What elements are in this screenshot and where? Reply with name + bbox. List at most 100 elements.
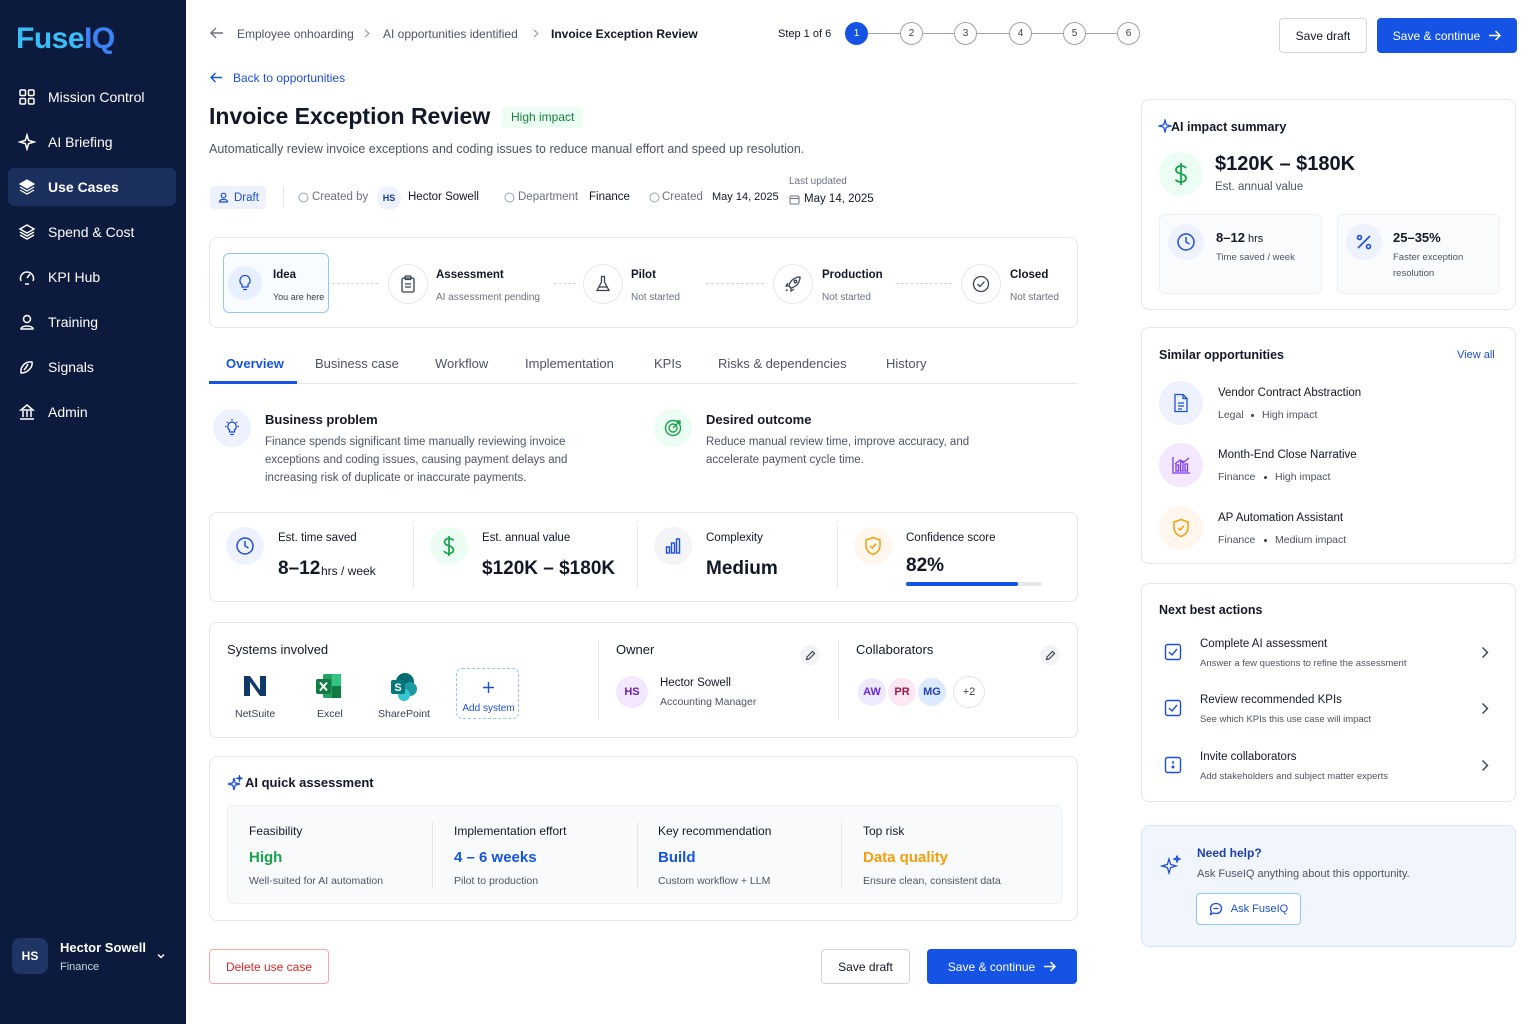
target-icon xyxy=(664,419,682,437)
nav-item-ai-briefing[interactable]: AI Briefing xyxy=(8,123,176,161)
nav-item-spend-cost[interactable]: Spend & Cost xyxy=(8,213,176,251)
divider xyxy=(637,822,638,888)
header-save-draft-button[interactable]: Save draft xyxy=(1279,18,1367,53)
status-text: Draft xyxy=(234,191,259,204)
outcome-icon-wrap xyxy=(654,409,692,447)
info-icon xyxy=(298,192,309,203)
similar-item-name[interactable]: Month-End Close Narrative xyxy=(1218,449,1357,461)
help-card xyxy=(1141,825,1516,947)
lifecycle-sub: Not started xyxy=(822,292,871,303)
tab-implementation[interactable]: Implementation xyxy=(525,356,614,371)
collaborators-more[interactable]: +2 xyxy=(953,676,985,708)
business-problem-line: exceptions and coding issues, causing pa… xyxy=(265,454,568,466)
systems-title: Systems involved xyxy=(227,642,329,657)
lifecycle-sub: AI assessment pending xyxy=(436,292,540,303)
creator-avatar: HS xyxy=(377,186,401,210)
next-action-sub: Answer a few questions to refine the ass… xyxy=(1200,658,1407,669)
footer-save-draft-button[interactable]: Save draft xyxy=(821,949,910,984)
collaborator-avatar[interactable]: AW xyxy=(856,676,888,708)
collaborator-avatar[interactable]: MG xyxy=(916,676,948,708)
layers-icon xyxy=(18,179,36,195)
tab-risks-dependencies[interactable]: Risks & dependencies xyxy=(718,356,847,371)
pencil-icon xyxy=(805,650,815,660)
lifecycle-title: Assessment xyxy=(436,269,504,281)
chevron-right-icon xyxy=(533,29,539,38)
stepper-step-1[interactable]: 1 xyxy=(845,22,868,45)
back-arrow-icon[interactable] xyxy=(210,72,223,83)
ask-fuseiq-button[interactable]: Ask FuseIQ xyxy=(1196,893,1301,925)
nav-item-training[interactable]: Training xyxy=(8,303,176,341)
chevron-right-icon[interactable] xyxy=(1481,702,1489,715)
similar-item-name[interactable]: AP Automation Assistant xyxy=(1218,512,1343,524)
breadcrumb-item[interactable]: Employee onhoarding xyxy=(237,27,354,41)
divider xyxy=(283,186,284,208)
user-name: Hector Sowell xyxy=(60,940,146,955)
lifecycle-title: Closed xyxy=(1010,269,1049,281)
tab-workflow[interactable]: Workflow xyxy=(435,356,488,371)
impact-time-icon-wrap xyxy=(1168,224,1204,260)
lifecycle-connector xyxy=(332,283,378,284)
similar-item-dept: Finance xyxy=(1218,534,1256,546)
qa-sub: Well-suited for AI automation xyxy=(249,875,384,887)
nav-label: KPI Hub xyxy=(48,269,101,285)
tab-kpis[interactable]: KPIs xyxy=(654,356,681,371)
footer-save-continue-button[interactable]: Save & continue xyxy=(927,949,1077,984)
brand-logo[interactable]: FuseIQ xyxy=(16,22,115,56)
user-avatar[interactable]: HS xyxy=(12,938,48,974)
stepper-step-2[interactable]: 2 xyxy=(900,22,923,45)
stepper-step-3[interactable]: 3 xyxy=(954,22,977,45)
nav-item-mission-control[interactable]: Mission Control xyxy=(8,78,176,116)
creator-name: Hector Sowell xyxy=(408,191,479,203)
header-save-continue-button[interactable]: Save & continue xyxy=(1377,18,1517,53)
similar-item-name[interactable]: Vendor Contract Abstraction xyxy=(1218,387,1361,399)
edit-collaborators-button[interactable] xyxy=(1040,645,1060,665)
system-name: Excel xyxy=(317,708,343,720)
button-label: Save draft xyxy=(1295,28,1351,43)
next-action-title[interactable]: Invite collaborators xyxy=(1200,751,1297,763)
delete-use-case-button[interactable]: Delete use case xyxy=(209,949,329,984)
lifecycle-connector xyxy=(554,283,576,284)
dollar-icon xyxy=(1174,163,1187,185)
edit-owner-button[interactable] xyxy=(800,645,820,665)
qa-value-effort: 4 – 6 weeks xyxy=(454,849,537,866)
collaborator-avatar[interactable]: PR xyxy=(886,676,918,708)
tab-history[interactable]: History xyxy=(886,356,926,371)
stepper-step-6[interactable]: 6 xyxy=(1117,22,1140,45)
nav-item-signals[interactable]: Signals xyxy=(8,348,176,386)
next-action-title[interactable]: Review recommended KPIs xyxy=(1200,694,1342,706)
created-date: May 14, 2025 xyxy=(712,191,779,203)
netsuite-icon[interactable] xyxy=(241,672,269,700)
excel-icon[interactable] xyxy=(315,672,343,700)
back-to-opportunities-link[interactable]: Back to opportunities xyxy=(233,71,345,85)
stepper-step-4[interactable]: 4 xyxy=(1009,22,1032,45)
sharepoint-icon[interactable]: S xyxy=(389,672,419,702)
chevron-right-icon[interactable] xyxy=(1481,646,1489,659)
chevron-down-icon[interactable] xyxy=(156,951,166,961)
add-system-button[interactable]: Add system xyxy=(456,668,519,719)
add-system-label: Add system xyxy=(462,703,515,714)
metric-complexity-value: Medium xyxy=(706,558,778,579)
breadcrumb-item[interactable]: AI opportunities identified xyxy=(383,27,518,41)
tab-overview[interactable]: Overview xyxy=(226,356,284,371)
stepper-line xyxy=(923,33,955,34)
back-arrow-icon[interactable] xyxy=(210,27,224,39)
sparkle-icon xyxy=(1158,119,1172,133)
metric-confidence-value: 82% xyxy=(906,555,945,576)
qa-label: Feasibility xyxy=(249,824,303,838)
next-action-title[interactable]: Complete AI assessment xyxy=(1200,638,1327,650)
nav-item-kpi-hub[interactable]: KPI Hub xyxy=(8,258,176,296)
chevron-right-icon[interactable] xyxy=(1481,759,1489,772)
help-sub: Ask FuseIQ anything about this opportuni… xyxy=(1197,868,1410,880)
view-all-link[interactable]: View all xyxy=(1457,349,1495,361)
tab-business-case[interactable]: Business case xyxy=(315,356,399,371)
stepper-step-5[interactable]: 5 xyxy=(1063,22,1086,45)
metric-icon-wrap xyxy=(854,527,892,565)
collaborators-title: Collaborators xyxy=(856,642,934,657)
nav-item-use-cases[interactable]: Use Cases xyxy=(8,168,176,206)
grid-icon xyxy=(19,89,35,105)
arrow-right-icon xyxy=(1489,30,1502,41)
impact-time-unit: hrs xyxy=(1248,233,1264,245)
business-problem-line: increasing risk of duplicate or inaccura… xyxy=(265,472,527,484)
nav-item-admin[interactable]: Admin xyxy=(8,393,176,431)
nav-label: AI Briefing xyxy=(48,134,113,150)
